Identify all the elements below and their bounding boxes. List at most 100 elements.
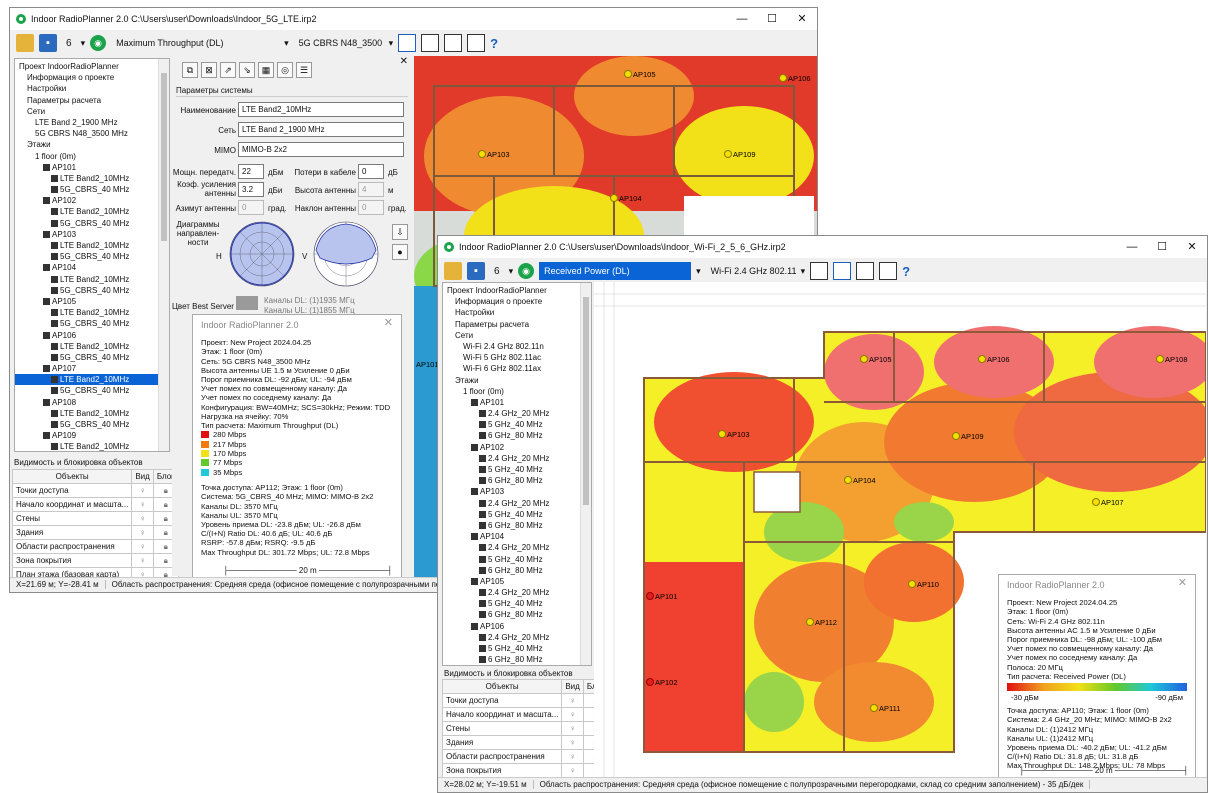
checkbox-icon[interactable] [43, 297, 50, 305]
checkbox-icon[interactable] [471, 622, 478, 630]
scrollbar-thumb[interactable] [583, 297, 589, 505]
calc-type-select[interactable]: Maximum Throughput (DL) [111, 34, 280, 52]
tree-item[interactable]: AP103 [15, 229, 169, 240]
checkbox-icon[interactable] [51, 387, 58, 395]
name-input[interactable]: LTE Band2_10MHz [238, 102, 404, 117]
tree-item[interactable]: 6 GHz_80 MHz [443, 565, 591, 576]
tree-item[interactable]: Настройки [443, 307, 591, 318]
tree-item[interactable]: AP101 [443, 397, 591, 408]
close-button[interactable]: ✕ [787, 8, 817, 30]
tree-item[interactable]: Настройки [15, 83, 169, 94]
tree-item[interactable]: 2.4 GHz_20 MHz [443, 498, 591, 509]
visibility-bulb-icon[interactable]: ♀ [561, 707, 584, 722]
tree-item[interactable]: Проект IndoorRadioPlanner [15, 61, 169, 72]
tree-item[interactable]: LTE Band2_10MHz [15, 307, 169, 318]
tree-item[interactable]: LTE Band2_10MHz [15, 240, 169, 251]
list-icon[interactable] [421, 34, 440, 52]
tree-item[interactable]: Этажи [443, 375, 591, 386]
save-icon[interactable]: ▪ [39, 34, 57, 52]
scrollbar-thumb[interactable] [161, 73, 167, 241]
close-icon[interactable]: ✕ [1178, 577, 1187, 588]
checkbox-icon[interactable] [471, 533, 478, 541]
grid-points-icon[interactable] [810, 262, 829, 280]
tree-item[interactable]: 5G_CBRS_40 MHz [15, 419, 169, 430]
ap-marker[interactable]: AP105 [624, 70, 656, 79]
checkbox-icon[interactable] [51, 253, 58, 261]
chevron-down-icon[interactable]: ▾ [509, 266, 514, 277]
tree-item[interactable]: Параметры расчета [15, 95, 169, 106]
tree-item[interactable]: 1 floor (0m) [443, 386, 591, 397]
ap-marker[interactable]: AP101 [416, 360, 439, 369]
ap-marker[interactable]: AP103 [478, 150, 510, 159]
copy-icon[interactable]: ⧉ [182, 62, 198, 78]
visibility-bulb-icon[interactable]: ♀ [131, 525, 154, 540]
tree-item[interactable]: 5G_CBRS_40 MHz [15, 352, 169, 363]
tree-item[interactable]: Этажи [15, 139, 169, 150]
tree-item[interactable]: 5G_CBRS_40 MHz [15, 218, 169, 229]
checkbox-icon[interactable] [51, 443, 58, 451]
checkbox-icon[interactable] [51, 342, 58, 350]
visibility-bulb-icon[interactable]: ♀ [561, 749, 584, 764]
ap-marker[interactable]: AP109 [724, 150, 756, 159]
delete-icon[interactable]: ⊠ [201, 62, 217, 78]
checkbox-icon[interactable] [43, 331, 50, 339]
floor-count[interactable]: 6 [62, 38, 76, 49]
tree-item[interactable]: 5 GHz_40 MHz [443, 464, 591, 475]
checkbox-icon[interactable] [479, 477, 486, 485]
tree-item[interactable]: LTE Band 2_1900 MHz [15, 117, 169, 128]
network-select[interactable]: 5G CBRS N48_3500 [293, 34, 384, 52]
move-down-icon[interactable]: ⇘ [239, 62, 255, 78]
project-tree[interactable]: Проект IndoorRadioPlanner Информация о пр… [442, 282, 592, 666]
tree-item[interactable]: LTE Band2_10MHz [15, 173, 169, 184]
checkbox-icon[interactable] [51, 174, 58, 182]
tree-item[interactable]: 5G_CBRS_40 MHz [15, 385, 169, 396]
help-icon[interactable]: ? [902, 264, 910, 279]
tree-item[interactable]: Сети [443, 330, 591, 341]
wifi-icon[interactable]: ◉ [90, 35, 107, 51]
tree-item[interactable]: 6 GHz_80 MHz [443, 430, 591, 441]
checkbox-icon[interactable] [43, 264, 50, 272]
tree-item[interactable]: 2.4 GHz_20 MHz [443, 632, 591, 643]
close-icon[interactable]: ✕ [384, 317, 393, 328]
tree-item[interactable]: AP104 [15, 262, 169, 273]
tree-item[interactable]: Информация о проекте [443, 296, 591, 307]
tree-item[interactable]: 5G_CBRS_40 MHz [15, 285, 169, 296]
visibility-bulb-icon[interactable]: ♀ [561, 763, 584, 778]
checkbox-icon[interactable] [51, 208, 58, 216]
chevron-down-icon[interactable]: ▾ [696, 266, 701, 277]
checkbox-icon[interactable] [43, 432, 50, 440]
tree-item[interactable]: AP104 [443, 531, 591, 542]
tree-item[interactable]: 5 GHz_40 MHz [443, 419, 591, 430]
checkbox-icon[interactable] [479, 600, 486, 608]
checkbox-icon[interactable] [479, 510, 486, 518]
ap-marker[interactable]: AP104 [610, 194, 642, 203]
checkbox-icon[interactable] [479, 499, 486, 507]
checkbox-icon[interactable] [479, 566, 486, 574]
visibility-bulb-icon[interactable]: ♀ [561, 721, 584, 736]
visibility-bulb-icon[interactable]: ♀ [131, 553, 154, 568]
checkbox-icon[interactable] [471, 443, 478, 451]
ap-marker[interactable]: AP103 [718, 430, 750, 439]
minimize-button[interactable]: — [1117, 236, 1147, 258]
ap-marker[interactable]: AP112 [806, 618, 837, 627]
tree-item[interactable]: AP107 [15, 363, 169, 374]
ap-marker[interactable]: AP108 [1156, 355, 1188, 364]
checkbox-icon[interactable] [51, 409, 58, 417]
checkbox-icon[interactable] [51, 320, 58, 328]
checkbox-icon[interactable] [51, 353, 58, 361]
tree-item[interactable]: 5 GHz_40 MHz [443, 554, 591, 565]
checkbox-icon[interactable] [51, 286, 58, 294]
checkbox-icon[interactable] [479, 656, 486, 664]
checkbox-icon[interactable] [51, 242, 58, 249]
tree-item[interactable]: 5G_CBRS_40 MHz [15, 184, 169, 195]
tree-item[interactable]: Wi-Fi 2.4 GHz 802.11n [443, 341, 591, 352]
maximize-button[interactable]: ☐ [1147, 236, 1177, 258]
chevron-down-icon[interactable]: ▾ [284, 38, 289, 49]
network-select[interactable]: Wi-Fi 2.4 GHz 802.11 [705, 262, 797, 280]
checkbox-icon[interactable] [479, 544, 486, 552]
checkbox-icon[interactable] [43, 230, 50, 238]
tree-item[interactable]: 5 GHz_40 MHz [443, 509, 591, 520]
tree-item[interactable]: 5 GHz_40 MHz [443, 598, 591, 609]
ap-marker[interactable]: AP109 [952, 432, 984, 441]
import-pattern-icon[interactable]: ⇩ [392, 224, 408, 240]
